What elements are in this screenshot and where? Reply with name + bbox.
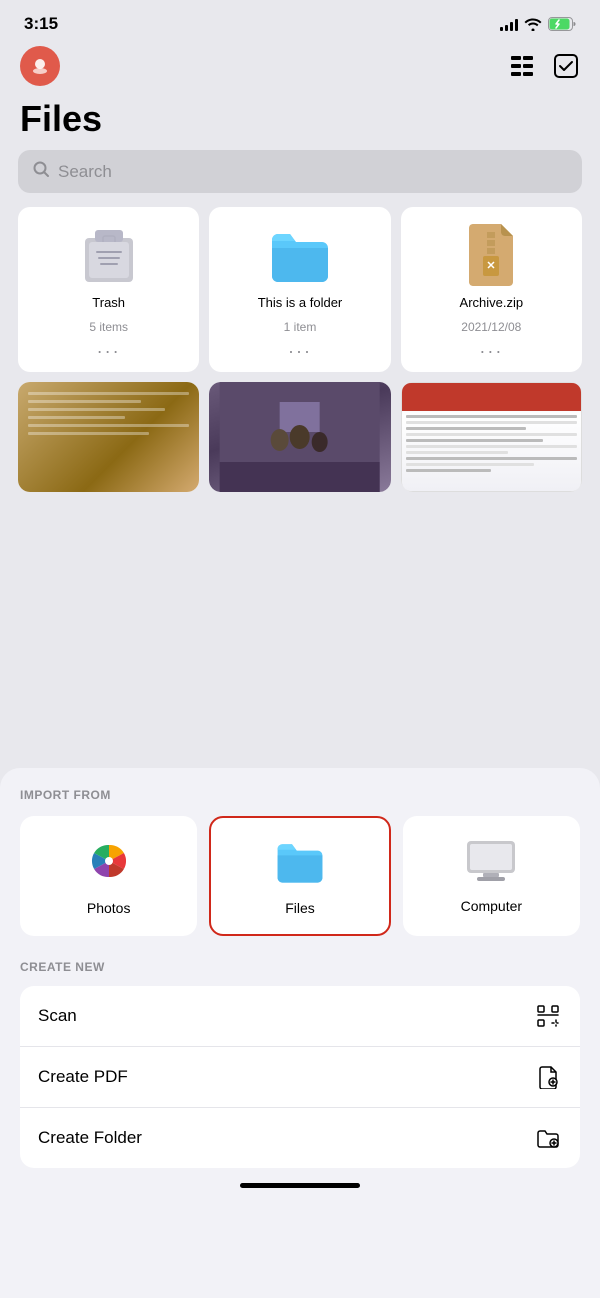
create-section-label: CREATE NEW [20,960,580,974]
create-pdf-label: Create PDF [38,1067,128,1087]
file-name: Archive.zip [460,295,524,312]
search-bar[interactable]: Search [18,150,582,193]
files-grid: Trash 5 items ··· This is a folder 1 ite… [0,207,600,492]
file-more-button[interactable]: ··· [479,342,503,360]
zip-icon [459,223,523,287]
create-folder-label: Create Folder [38,1128,142,1148]
import-photos-item[interactable]: Photos [20,816,197,936]
header-actions [508,52,580,80]
home-bar [240,1183,360,1188]
file-more-button[interactable]: ··· [288,342,312,360]
create-pdf-action-item[interactable]: Create PDF [20,1047,580,1108]
signal-icon [500,17,518,31]
app-logo[interactable] [20,46,60,86]
import-row: Photos Files Co [20,816,580,936]
photos-icon [85,837,133,890]
import-files-item[interactable]: Files [209,816,390,936]
import-computer-item[interactable]: Computer [403,816,580,936]
import-computer-label: Computer [461,898,522,914]
create-pdf-icon [534,1063,562,1091]
file-name: This is a folder [258,295,343,312]
file-card-folder[interactable]: This is a folder 1 item ··· [209,207,390,372]
bottom-sheet: IMPORT FROM Photos [0,768,600,1298]
scan-icon [534,1002,562,1030]
file-card-photo1[interactable] [18,382,199,492]
status-bar: 3:15 [0,0,600,42]
computer-icon [465,839,517,888]
import-files-label: Files [285,900,315,916]
select-icon[interactable] [552,52,580,80]
photo-thumb-receipt [18,382,199,492]
photo-thumb-classroom [209,382,390,492]
scan-action-item[interactable]: Scan [20,986,580,1047]
file-name: Trash [92,295,125,312]
file-card-photo3[interactable] [401,382,582,492]
import-photos-label: Photos [87,900,131,916]
wifi-icon [524,17,542,31]
import-section-label: IMPORT FROM [20,788,580,802]
files-import-icon [276,837,324,890]
scan-label: Scan [38,1006,77,1026]
app-header [0,42,600,94]
create-folder-action-item[interactable]: Create Folder [20,1108,580,1168]
file-card-trash[interactable]: Trash 5 items ··· [18,207,199,372]
grid-view-icon[interactable] [508,52,536,80]
folder-icon [268,223,332,287]
home-indicator [20,1168,580,1202]
file-card-photo2[interactable] [209,382,390,492]
trash-folder-icon [77,223,141,287]
status-icons [500,17,576,31]
create-folder-icon [534,1124,562,1152]
file-card-zip[interactable]: Archive.zip 2021/12/08 ··· [401,207,582,372]
battery-icon [548,17,576,31]
status-time: 3:15 [24,14,58,34]
page-title: Files [0,94,600,150]
file-more-button[interactable]: ··· [97,342,121,360]
file-meta: 5 items [89,320,128,334]
file-meta: 2021/12/08 [461,320,521,334]
file-meta: 1 item [284,320,317,334]
search-icon [32,160,50,183]
photo-thumb-screenshot [401,382,582,492]
create-new-list: Scan Create PDF [20,986,580,1168]
search-input[interactable]: Search [58,162,568,182]
